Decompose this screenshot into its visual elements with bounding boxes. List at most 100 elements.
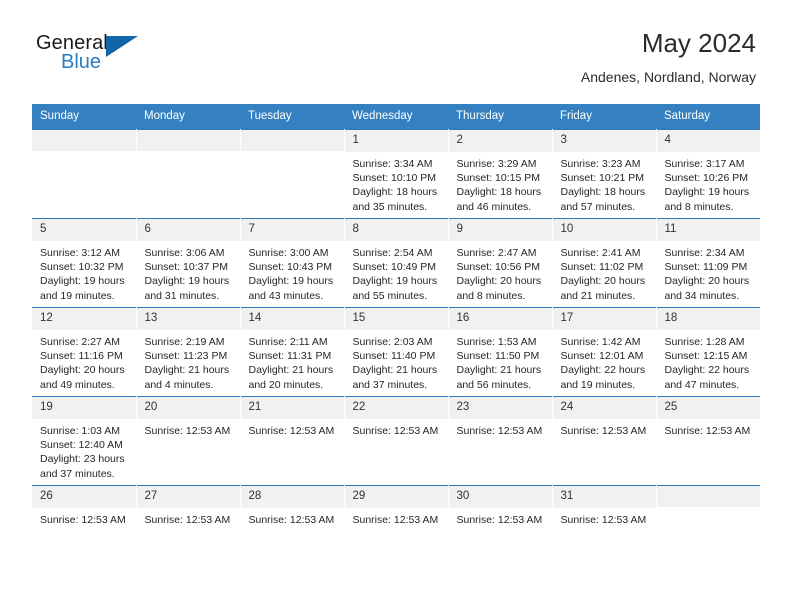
calendar-day-cell[interactable]: 21 Sunrise: 12:53 AM (240, 396, 345, 486)
calendar-day-cell[interactable]: 23 Sunrise: 12:53 AM (448, 396, 553, 486)
day-detail-line: Sunrise: 2:47 AM (456, 247, 537, 259)
calendar-day-cell[interactable]: 5 Sunrise: 3:12 AM Sunset: 10:32 PM Dayligh… (32, 218, 137, 308)
day-cell-details: Sunrise: 2:27 AM Sunset: 11:16 PM Daylight… (32, 330, 136, 396)
calendar-day-cell[interactable]: 3 Sunrise: 3:23 AM Sunset: 10:21 PM Dayligh… (552, 129, 657, 219)
day-number (136, 130, 240, 151)
day-cell-inner: 9 Sunrise: 2:47 AM Sunset: 10:56 PM Dayligh… (448, 219, 552, 307)
day-detail-line: Daylight: 20 hours (664, 275, 750, 288)
calendar-day-cell[interactable]: 22 Sunrise: 12:53 AM (344, 396, 449, 486)
day-cell-inner: 18 Sunrise: 1:28 AM Sunset: 12:15 AM Daylig… (656, 308, 760, 396)
day-detail-line: Sunset: 11:50 PM (456, 350, 540, 363)
day-cell-inner: 2 Sunrise: 3:29 AM Sunset: 10:15 PM Dayligh… (448, 130, 552, 218)
day-detail-line: Sunrise: 2:54 AM (352, 247, 433, 259)
day-number: 2 (448, 130, 552, 152)
day-detail-line: Daylight: 19 hours (248, 275, 334, 288)
calendar-day-cell[interactable]: 2 Sunrise: 3:29 AM Sunset: 10:15 PM Dayligh… (448, 129, 553, 219)
title-block: May 2024 Andenes, Nordland, Norway (581, 28, 756, 86)
day-detail-line: Daylight: 21 hours (248, 364, 334, 377)
day-number (240, 130, 344, 151)
day-number: 17 (552, 308, 656, 330)
calendar-day-cell[interactable]: 24 Sunrise: 12:53 AM (552, 396, 657, 486)
day-number: 25 (656, 397, 760, 419)
day-detail-line: Sunrise: 2:41 AM (560, 247, 641, 259)
day-detail-line: and 34 minutes. (664, 289, 740, 302)
day-number: 4 (656, 130, 760, 152)
day-detail-line: and 4 minutes. (144, 378, 214, 391)
day-cell-inner: 5 Sunrise: 3:12 AM Sunset: 10:32 PM Dayligh… (32, 219, 136, 307)
calendar-week-row: 26 Sunrise: 12:53 AM 27 Sunrise: 12:53 AM 28… (32, 485, 760, 575)
day-cell-details: Sunrise: 2:11 AM Sunset: 11:31 PM Daylight… (240, 330, 344, 396)
day-detail-line: Sunset: 12:40 AM (40, 439, 123, 452)
day-detail-line: Sunrise: 2:27 AM (40, 336, 120, 348)
calendar-day-cell[interactable]: 14 Sunrise: 2:11 AM Sunset: 11:31 PM Daylig… (240, 307, 345, 397)
day-cell-inner: 1 Sunrise: 3:34 AM Sunset: 10:10 PM Dayligh… (344, 130, 448, 218)
weekday-header-friday: Friday (552, 104, 656, 130)
day-detail-line: Daylight: 19 hours (144, 275, 230, 288)
calendar-day-cell[interactable]: 26 Sunrise: 12:53 AM (32, 485, 137, 575)
calendar-day-cell[interactable]: 1 Sunrise: 3:34 AM Sunset: 10:10 PM Dayligh… (344, 129, 449, 219)
day-detail-line: Sunrise: 12:53 AM (144, 425, 231, 437)
calendar-day-cell[interactable]: 18 Sunrise: 1:28 AM Sunset: 12:15 AM Daylig… (656, 307, 760, 397)
day-number (32, 130, 136, 151)
calendar-day-cell[interactable]: 15 Sunrise: 2:03 AM Sunset: 11:40 PM Daylig… (344, 307, 449, 397)
calendar-day-cell[interactable]: 6 Sunrise: 3:06 AM Sunset: 10:37 PM Dayligh… (136, 218, 241, 308)
day-detail-line: and 56 minutes. (456, 378, 532, 391)
calendar-day-cell[interactable]: 27 Sunrise: 12:53 AM (136, 485, 241, 575)
weekday-header-monday: Monday (136, 104, 240, 130)
day-cell-details: Sunrise: 3:00 AM Sunset: 10:43 PM Daylight… (240, 241, 344, 307)
day-cell-details: Sunrise: 2:34 AM Sunset: 11:09 PM Daylight… (656, 241, 760, 307)
day-number: 9 (448, 219, 552, 241)
calendar-day-cell[interactable]: 7 Sunrise: 3:00 AM Sunset: 10:43 PM Dayligh… (240, 218, 345, 308)
calendar-day-cell[interactable]: 9 Sunrise: 2:47 AM Sunset: 10:56 PM Dayligh… (448, 218, 553, 308)
calendar-header-row: Sunday Monday Tuesday Wednesday Thursday Frid… (32, 104, 760, 130)
day-number: 12 (32, 308, 136, 330)
day-detail-line: Sunrise: 12:53 AM (456, 514, 543, 526)
calendar-day-cell[interactable]: 13 Sunrise: 2:19 AM Sunset: 11:23 PM Daylig… (136, 307, 241, 397)
day-cell-inner: 19 Sunrise: 1:03 AM Sunset: 12:40 AM Daylig… (32, 397, 136, 485)
day-detail-line: Sunrise: 2:34 AM (664, 247, 745, 259)
day-detail-line: Daylight: 18 hours (560, 186, 646, 199)
calendar-week-row: 19 Sunrise: 1:03 AM Sunset: 12:40 AM Daylig… (32, 396, 760, 486)
calendar-day-cell[interactable]: 30 Sunrise: 12:53 AM (448, 485, 553, 575)
day-detail-line: Sunset: 10:32 PM (40, 261, 124, 274)
calendar-day-cell[interactable]: 20 Sunrise: 12:53 AM (136, 396, 241, 486)
day-cell-details: Sunrise: 3:34 AM Sunset: 10:10 PM Daylight… (344, 152, 448, 218)
page-title: May 2024 (641, 28, 756, 58)
calendar-day-cell[interactable]: 11 Sunrise: 2:34 AM Sunset: 11:09 PM Daylig… (656, 218, 760, 308)
day-cell-inner: 27 Sunrise: 12:53 AM (136, 486, 240, 575)
day-detail-line: Sunrise: 12:53 AM (352, 425, 439, 437)
day-detail-line: Sunrise: 1:53 AM (456, 336, 537, 348)
day-cell-inner: 21 Sunrise: 12:53 AM (240, 397, 344, 485)
calendar-day-cell[interactable]: 31 Sunrise: 12:53 AM (552, 485, 657, 575)
calendar-day-cell[interactable]: 28 Sunrise: 12:53 AM (240, 485, 345, 575)
day-detail-line: Daylight: 19 hours (352, 275, 438, 288)
day-detail-line: and 46 minutes. (456, 200, 532, 213)
day-detail-line: Daylight: 21 hours (456, 364, 542, 377)
calendar-week-row: 5 Sunrise: 3:12 AM Sunset: 10:32 PM Dayligh… (32, 218, 760, 308)
day-number: 15 (344, 308, 448, 330)
day-cell-inner: 31 Sunrise: 12:53 AM (552, 486, 656, 575)
calendar-day-cell[interactable]: 19 Sunrise: 1:03 AM Sunset: 12:40 AM Daylig… (32, 396, 137, 486)
day-cell-inner: 10 Sunrise: 2:41 AM Sunset: 11:02 PM Daylig… (552, 219, 656, 307)
general-blue-logo[interactable]: General Blue (36, 28, 146, 80)
day-number: 11 (656, 219, 760, 241)
calendar-day-cell[interactable]: 29 Sunrise: 12:53 AM (344, 485, 449, 575)
day-cell-inner: 24 Sunrise: 12:53 AM (552, 397, 656, 485)
calendar-day-cell[interactable]: 12 Sunrise: 2:27 AM Sunset: 11:16 PM Daylig… (32, 307, 137, 397)
calendar-day-cell[interactable]: 4 Sunrise: 3:17 AM Sunset: 10:26 PM Dayligh… (656, 129, 760, 219)
calendar-day-cell[interactable]: 8 Sunrise: 2:54 AM Sunset: 10:49 PM Dayligh… (344, 218, 449, 308)
day-number: 13 (136, 308, 240, 330)
calendar-day-cell[interactable]: 10 Sunrise: 2:41 AM Sunset: 11:02 PM Daylig… (552, 218, 657, 308)
calendar-day-cell[interactable]: 25 Sunrise: 12:53 AM (656, 396, 760, 486)
day-detail-line: Sunrise: 3:34 AM (352, 158, 433, 170)
day-cell-details: Sunrise: 2:19 AM Sunset: 11:23 PM Daylight… (136, 330, 240, 396)
day-detail-line: Daylight: 19 hours (40, 275, 125, 288)
day-number: 14 (240, 308, 344, 330)
calendar-day-cell[interactable]: 17 Sunrise: 1:42 AM Sunset: 12:01 AM Daylig… (552, 307, 657, 397)
day-detail-line: Sunrise: 12:53 AM (248, 425, 335, 437)
weekday-header-wednesday: Wednesday (344, 104, 448, 130)
day-detail-line: Daylight: 23 hours (40, 453, 125, 466)
day-detail-line: Sunset: 12:01 AM (560, 350, 644, 363)
calendar-day-cell[interactable]: 16 Sunrise: 1:53 AM Sunset: 11:50 PM Daylig… (448, 307, 553, 397)
day-number: 5 (32, 219, 136, 241)
